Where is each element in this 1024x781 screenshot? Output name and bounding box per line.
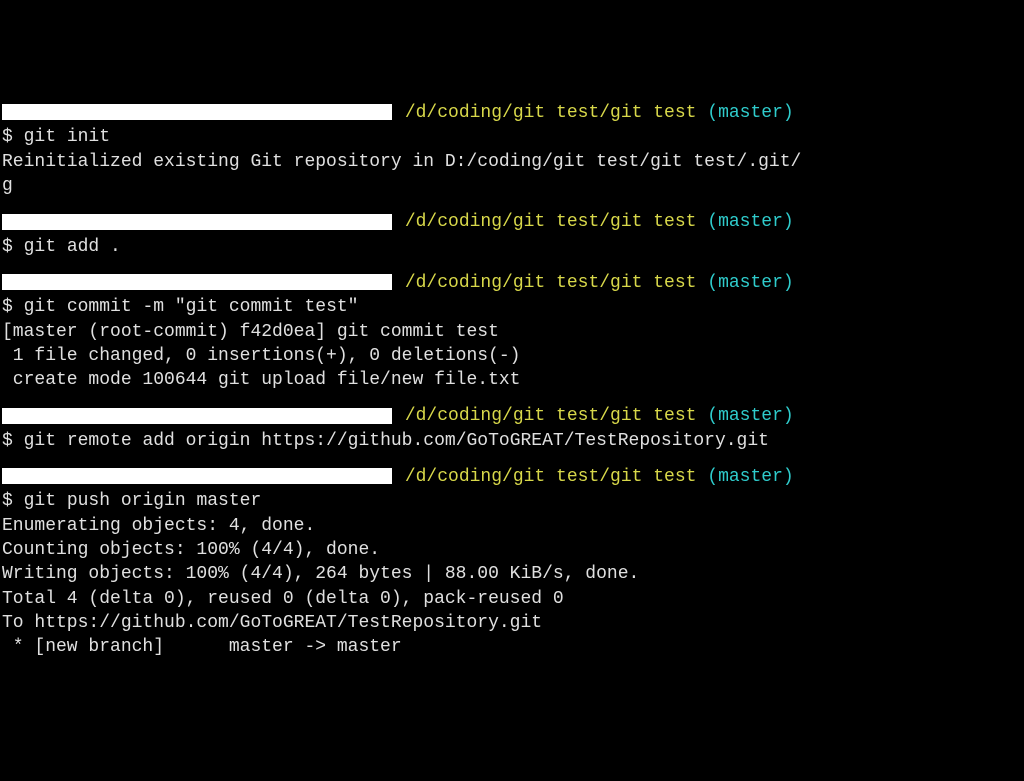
git-branch: (master): [707, 467, 793, 487]
command-line[interactable]: $ git init: [2, 125, 1022, 149]
command-text: git init: [24, 127, 110, 147]
prompt-line: /d/coding/git test/git test (master): [2, 210, 1022, 234]
command-line[interactable]: $ git remote add origin https://github.c…: [2, 429, 1022, 453]
cwd-path: /d/coding/git test/git test: [405, 406, 697, 426]
output-line: g: [2, 174, 1022, 198]
prompt-symbol: $: [2, 491, 13, 511]
output-line: To https://github.com/GoToGREAT/TestRepo…: [2, 611, 1022, 635]
prompt-symbol: $: [2, 237, 13, 257]
redacted-user-host: [2, 214, 392, 230]
output-line: Total 4 (delta 0), reused 0 (delta 0), p…: [2, 587, 1022, 611]
blank-line: [2, 453, 1022, 465]
command-text: git commit -m "git commit test": [24, 297, 359, 317]
prompt-line: /d/coding/git test/git test (master): [2, 101, 1022, 125]
output-line: * [new branch] master -> master: [2, 635, 1022, 659]
cwd-path: /d/coding/git test/git test: [405, 103, 697, 123]
output-line: [master (root-commit) f42d0ea] git commi…: [2, 320, 1022, 344]
command-line[interactable]: $ git commit -m "git commit test": [2, 295, 1022, 319]
output-line: Enumerating objects: 4, done.: [2, 514, 1022, 538]
prompt-symbol: $: [2, 297, 13, 317]
git-branch: (master): [707, 103, 793, 123]
command-text: git push origin master: [24, 491, 262, 511]
cwd-path: /d/coding/git test/git test: [405, 212, 697, 232]
prompt-line: /d/coding/git test/git test (master): [2, 404, 1022, 428]
git-branch: (master): [707, 212, 793, 232]
command-text: git remote add origin https://github.com…: [24, 431, 769, 451]
output-line: Counting objects: 100% (4/4), done.: [2, 538, 1022, 562]
output-line: 1 file changed, 0 insertions(+), 0 delet…: [2, 344, 1022, 368]
blank-line: [2, 198, 1022, 210]
prompt-line: /d/coding/git test/git test (master): [2, 465, 1022, 489]
output-line: Writing objects: 100% (4/4), 264 bytes |…: [2, 562, 1022, 586]
blank-line: [2, 259, 1022, 271]
git-branch: (master): [707, 406, 793, 426]
terminal-session[interactable]: /d/coding/git test/git test (master)$ gi…: [2, 101, 1022, 659]
command-line[interactable]: $ git add .: [2, 235, 1022, 259]
cwd-path: /d/coding/git test/git test: [405, 467, 697, 487]
prompt-symbol: $: [2, 431, 13, 451]
redacted-user-host: [2, 468, 392, 484]
cwd-path: /d/coding/git test/git test: [405, 273, 697, 293]
git-branch: (master): [707, 273, 793, 293]
command-line[interactable]: $ git push origin master: [2, 489, 1022, 513]
output-line: Reinitialized existing Git repository in…: [2, 150, 1022, 174]
command-text: git add .: [24, 237, 121, 257]
redacted-user-host: [2, 104, 392, 120]
redacted-user-host: [2, 408, 392, 424]
prompt-line: /d/coding/git test/git test (master): [2, 271, 1022, 295]
redacted-user-host: [2, 274, 392, 290]
prompt-symbol: $: [2, 127, 13, 147]
blank-line: [2, 392, 1022, 404]
output-line: create mode 100644 git upload file/new f…: [2, 368, 1022, 392]
